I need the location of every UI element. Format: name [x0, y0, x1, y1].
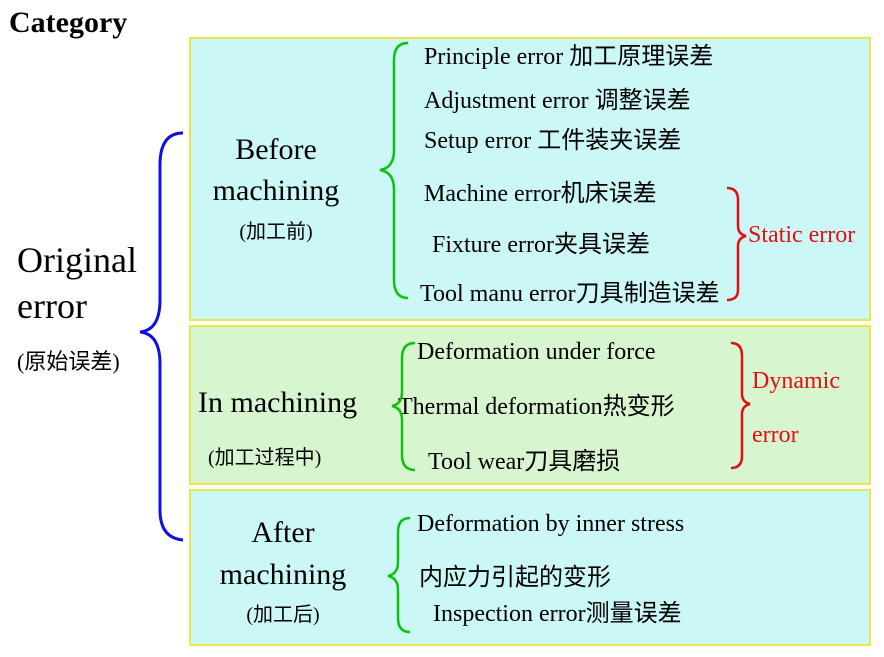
phase-after-sub: (加工后) [246, 604, 320, 626]
item-principle-error: Principle error 加工原理误差 [424, 44, 714, 70]
item-machine-error: Machine error机床误差 [424, 181, 657, 207]
item-thermal-deformation: Thermal deformation热变形 [398, 394, 675, 420]
item-adjustment-error: Adjustment error 调整误差 [424, 88, 691, 114]
root-label-line1: Original [17, 240, 137, 280]
phase-after-line2: machining [219, 558, 347, 591]
phase-in-sub: (加工过程中) [208, 447, 322, 469]
group-label-error: error [752, 422, 799, 448]
phase-in-line1: In machining [198, 386, 358, 419]
root-brace [139, 131, 184, 542]
item-tool-wear: Tool wear刀具磨损 [428, 449, 621, 475]
root-label-line2: error [17, 286, 87, 326]
group-label-dynamic: Dynamic [752, 368, 840, 394]
phase-after-line1: After [251, 516, 315, 549]
item-inspection-error: Inspection error测量误差 [433, 601, 682, 627]
item-setup-error: Setup error 工件装夹误差 [424, 128, 682, 154]
item-fixture-error: Fixture error夹具误差 [432, 232, 650, 258]
phase-before-line2: machining [212, 174, 340, 207]
phase-before-line1: Before [235, 133, 317, 166]
group-label-static-error: Static error [748, 222, 856, 248]
category-title: Category [9, 6, 128, 39]
root-label-sub: (原始误差) [17, 349, 120, 374]
item-tool-manu-error: Tool manu error刀具制造误差 [420, 281, 720, 307]
item-inner-stress-chinese: 内应力引起的变形 [419, 565, 611, 591]
phase-before-sub: (加工前) [239, 221, 313, 243]
item-deformation-under-force: Deformation under force [417, 339, 656, 365]
item-deformation-inner-stress: Deformation by inner stress [417, 511, 685, 537]
